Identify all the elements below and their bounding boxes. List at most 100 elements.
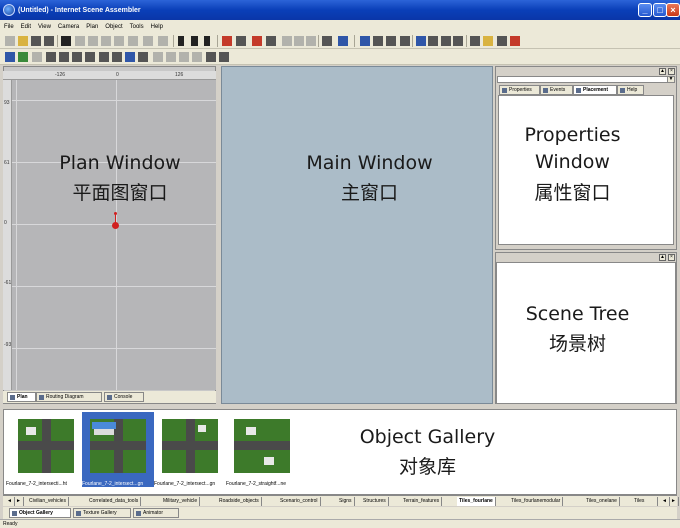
menu-help[interactable]: Help xyxy=(151,24,163,30)
gallery-thumb-4[interactable] xyxy=(234,419,290,473)
pan-icon[interactable] xyxy=(441,36,451,46)
category-tab[interactable]: Scenario_control xyxy=(278,497,321,506)
paste-icon[interactable] xyxy=(101,36,111,46)
category-tab[interactable]: Civilian_vehicles xyxy=(27,497,69,506)
tab-texture-gallery[interactable]: Texture Gallery xyxy=(73,508,131,518)
object-tool-2-icon[interactable] xyxy=(236,36,246,46)
grid-icon[interactable] xyxy=(338,36,348,46)
disabled-tool-2-icon[interactable] xyxy=(294,36,304,46)
gallery-thumb-2[interactable] xyxy=(90,419,146,473)
properties-object-dropdown[interactable] xyxy=(497,76,675,83)
save-icon[interactable] xyxy=(31,36,41,46)
properties-close-button[interactable]: × xyxy=(668,68,675,75)
move-cross-icon[interactable] xyxy=(46,52,56,62)
minimize-button[interactable]: _ xyxy=(638,3,652,17)
category-tab[interactable]: Tiles_fourlanemodular xyxy=(509,497,564,506)
category-tab[interactable]: Tiles xyxy=(632,497,658,506)
scroll-right-icon[interactable]: ► xyxy=(14,497,24,506)
close-button[interactable]: × xyxy=(666,3,680,17)
gallery-thumb-1[interactable] xyxy=(18,419,74,473)
disabled-a-icon[interactable] xyxy=(153,52,163,62)
category-tab[interactable]: Structures xyxy=(361,497,389,506)
tab-help[interactable]: Help xyxy=(617,85,644,95)
plan-canvas[interactable] xyxy=(12,80,216,390)
select-group-icon[interactable] xyxy=(18,52,28,62)
category-tab-active[interactable]: Tiles_fourlane xyxy=(457,497,496,506)
camera-marker[interactable] xyxy=(112,222,119,229)
properties-collapse-button[interactable]: ▲ xyxy=(659,68,666,75)
category-tab[interactable]: Roadside_objects xyxy=(217,497,262,506)
play-icon[interactable] xyxy=(178,36,184,46)
delete-icon[interactable] xyxy=(114,36,124,46)
category-tab[interactable]: Signs xyxy=(337,497,355,506)
chevron-down-icon[interactable]: ▼ xyxy=(667,76,675,83)
tab-plan[interactable]: Plan xyxy=(7,392,36,402)
tab-routing-diagram[interactable]: Routing Diagram xyxy=(36,392,102,402)
app-icon[interactable] xyxy=(3,4,15,16)
disabled-c-icon[interactable] xyxy=(179,52,189,62)
pause-icon[interactable] xyxy=(204,36,210,46)
object-tool-4-icon[interactable] xyxy=(266,36,276,46)
category-tab[interactable]: Tiles_onelane xyxy=(584,497,620,506)
redo-icon[interactable] xyxy=(143,36,153,46)
redo-more-icon[interactable] xyxy=(158,36,168,46)
save-as-icon[interactable] xyxy=(44,36,54,46)
disabled-tool-3-icon[interactable] xyxy=(306,36,316,46)
orbit-icon[interactable] xyxy=(428,36,438,46)
move-h-icon[interactable] xyxy=(360,36,370,46)
cut-icon[interactable] xyxy=(75,36,85,46)
select-icon[interactable] xyxy=(5,52,15,62)
disabled-d-icon[interactable] xyxy=(192,52,202,62)
menu-tools[interactable]: Tools xyxy=(130,24,144,30)
tab-console[interactable]: Console xyxy=(104,392,144,402)
zoom-in-icon[interactable] xyxy=(72,52,82,62)
tab-events[interactable]: Events xyxy=(540,85,573,95)
zoom-out-icon[interactable] xyxy=(85,52,95,62)
print-icon[interactable] xyxy=(61,36,71,46)
fly-icon[interactable] xyxy=(453,36,463,46)
run-icon[interactable] xyxy=(483,36,493,46)
frame-icon[interactable] xyxy=(219,52,229,62)
snap-icon[interactable] xyxy=(138,52,148,62)
new-file-icon[interactable] xyxy=(5,36,15,46)
select-disabled-icon[interactable] xyxy=(32,52,42,62)
rotate-obj-icon[interactable] xyxy=(59,52,69,62)
main-3d-viewport[interactable] xyxy=(221,66,493,404)
stop-icon[interactable] xyxy=(191,36,198,46)
disabled-tool-icon[interactable] xyxy=(282,36,292,46)
tab-object-gallery[interactable]: Object Gallery xyxy=(9,508,71,518)
menu-camera[interactable]: Camera xyxy=(58,24,79,30)
move-down-icon[interactable] xyxy=(416,36,426,46)
disabled-b-icon[interactable] xyxy=(166,52,176,62)
category-tab[interactable]: Military_vehicle xyxy=(161,497,201,506)
undo-icon[interactable] xyxy=(128,36,138,46)
copy-icon[interactable] xyxy=(88,36,98,46)
object-tool-icon[interactable] xyxy=(222,36,232,46)
tab-placement[interactable]: Placement xyxy=(573,85,617,95)
move-icon[interactable] xyxy=(373,36,383,46)
maximize-button[interactable]: □ xyxy=(653,3,667,17)
zoom-icon[interactable] xyxy=(400,36,410,46)
gallery-thumb-3[interactable] xyxy=(162,419,218,473)
grid-toggle-icon[interactable] xyxy=(206,52,216,62)
menu-edit[interactable]: Edit xyxy=(21,24,31,30)
orbit-obj-icon[interactable] xyxy=(112,52,122,62)
pan-cross-icon[interactable] xyxy=(99,52,109,62)
scene-tree-close-button[interactable]: × xyxy=(668,254,675,261)
category-tab[interactable]: Correlated_data_tools xyxy=(87,497,142,506)
object-tool-3-icon[interactable] xyxy=(252,36,262,46)
menu-file[interactable]: File xyxy=(4,24,14,30)
open-folder-icon[interactable] xyxy=(18,36,28,46)
tabs-scroll-right-icon[interactable]: ► xyxy=(669,497,679,506)
tab-properties[interactable]: Properties xyxy=(499,85,540,95)
measure-icon[interactable] xyxy=(497,36,507,46)
menu-object[interactable]: Object xyxy=(105,24,122,30)
settings-icon[interactable] xyxy=(510,36,520,46)
menu-plan[interactable]: Plan xyxy=(86,24,98,30)
category-tab[interactable]: Terrain_features xyxy=(401,497,443,506)
fit-icon[interactable] xyxy=(125,52,135,62)
align-icon[interactable] xyxy=(322,36,332,46)
menu-view[interactable]: View xyxy=(38,24,51,30)
scene-tree-collapse-button[interactable]: ▲ xyxy=(659,254,666,261)
tab-animator[interactable]: Animator xyxy=(133,508,179,518)
